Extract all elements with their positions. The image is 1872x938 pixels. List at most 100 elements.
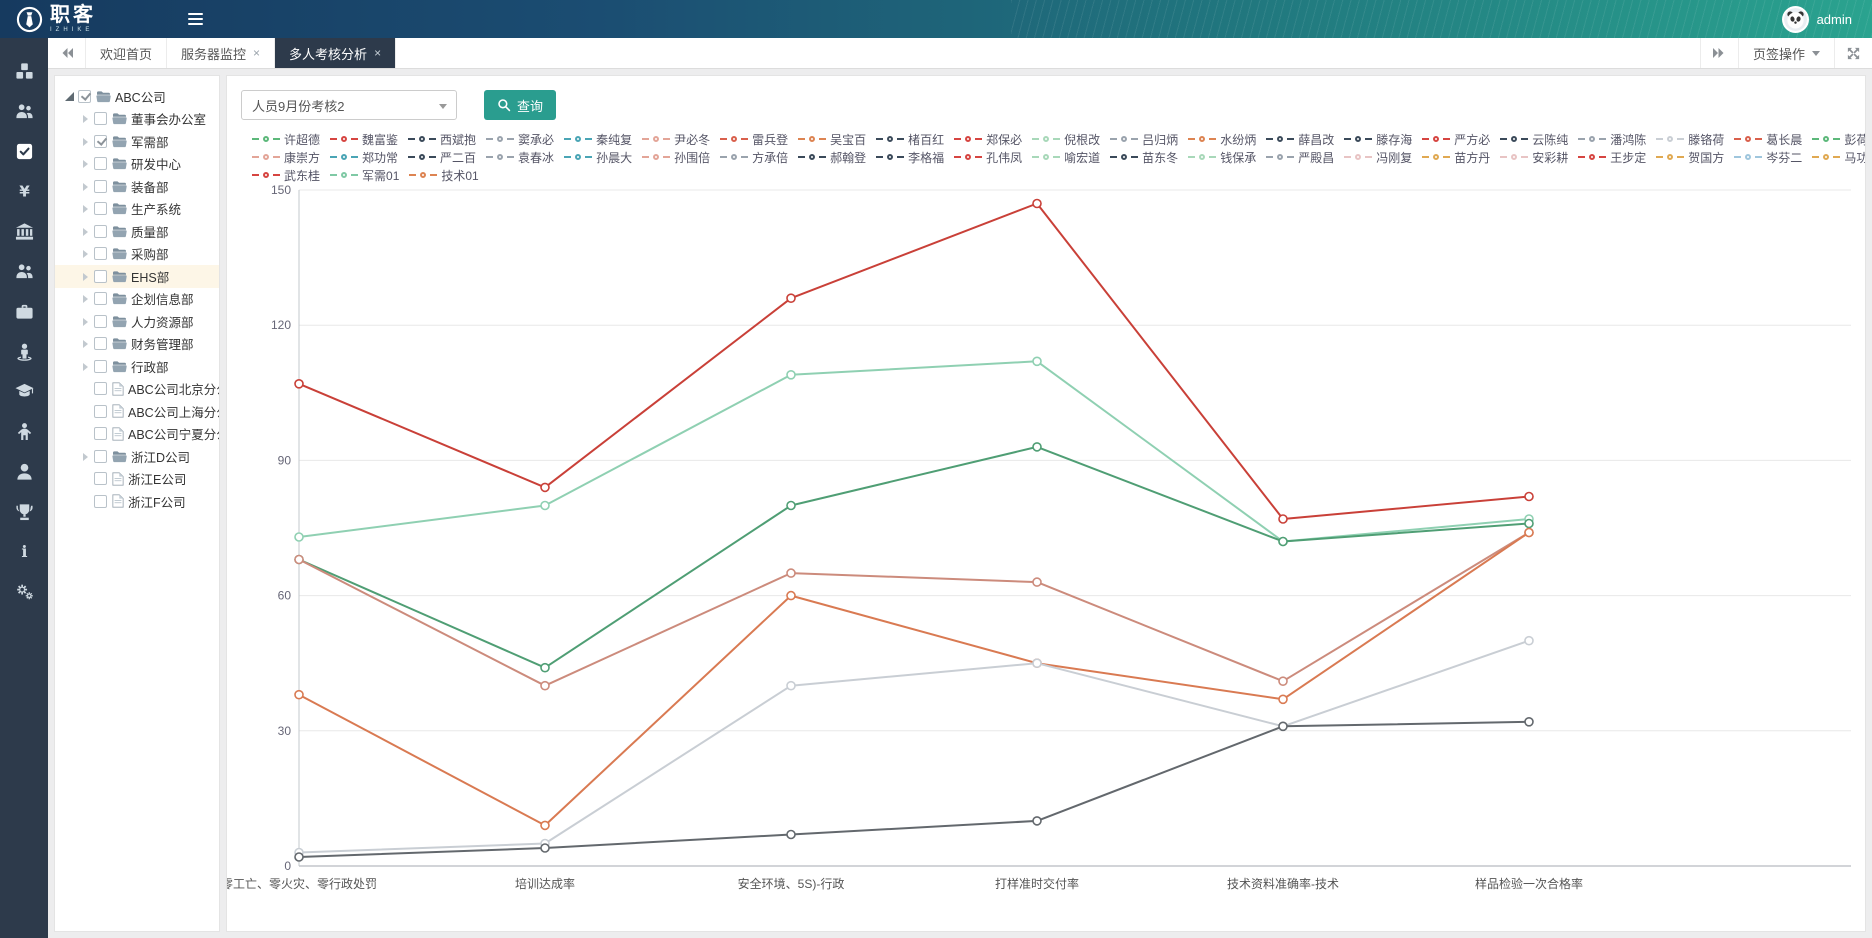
tree-expander-icon[interactable] — [79, 135, 92, 148]
tree-node-浙江E公司[interactable]: 浙江E公司 — [55, 468, 219, 491]
legend-item-葛长晨[interactable]: 葛长晨 — [1734, 131, 1802, 148]
tab-close-icon[interactable]: × — [374, 47, 381, 59]
legend-item-彭荷超[interactable]: 彭荷超 — [1812, 131, 1866, 148]
user-menu[interactable]: admin — [1782, 6, 1852, 33]
legend-item-严方必[interactable]: 严方必 — [1422, 131, 1490, 148]
legend-item-马功陈[interactable]: 马功陈 — [1812, 149, 1866, 166]
legend-item-孔伟凤[interactable]: 孔伟凤 — [954, 149, 1022, 166]
legend-item-雷兵登[interactable]: 雷兵登 — [720, 131, 788, 148]
legend-item-军需01[interactable]: 军需01 — [330, 167, 399, 184]
tree-checkbox[interactable] — [94, 292, 107, 305]
tab-operations-dropdown[interactable]: 页签操作 — [1738, 38, 1834, 68]
query-button[interactable]: 查询 — [484, 90, 556, 120]
tree-expander-icon[interactable] — [79, 450, 92, 463]
sidebar-toggle-button[interactable] — [175, 0, 215, 38]
tree-expander-icon[interactable] — [63, 90, 76, 103]
tree-expander-icon[interactable] — [79, 112, 92, 125]
tree-node-浙江F公司[interactable]: 浙江F公司 — [55, 490, 219, 513]
tree-node-企划信息部[interactable]: 企划信息部 — [55, 288, 219, 311]
tree-node-生产系统[interactable]: 生产系统 — [55, 198, 219, 221]
tree-expander-icon[interactable] — [79, 315, 92, 328]
legend-item-楮百红[interactable]: 楮百红 — [876, 131, 944, 148]
legend-item-钱保承[interactable]: 钱保承 — [1188, 149, 1256, 166]
legend-item-严殿昌[interactable]: 严殿昌 — [1266, 149, 1334, 166]
tree-expander-icon[interactable] — [79, 337, 92, 350]
legend-item-严二百[interactable]: 严二百 — [408, 149, 476, 166]
legend-item-魏富鉴[interactable]: 魏富鉴 — [330, 131, 398, 148]
legend-item-倪根改[interactable]: 倪根改 — [1032, 131, 1100, 148]
sidebar-module-info[interactable]: i — [0, 531, 48, 571]
sidebar-module-child[interactable] — [0, 411, 48, 451]
tree-node-采购部[interactable]: 采购部 — [55, 243, 219, 266]
legend-item-苗东冬[interactable]: 苗东冬 — [1110, 149, 1178, 166]
tree-expander-icon[interactable] — [79, 360, 92, 373]
tabs-scroll-right-button[interactable] — [1700, 38, 1738, 68]
legend-item-云陈纯[interactable]: 云陈纯 — [1500, 131, 1568, 148]
tree-node-ABC公司上海分公司[interactable]: ABC公司上海分公司 — [55, 400, 219, 423]
tree-expander-icon[interactable] — [79, 157, 92, 170]
tree-checkbox[interactable] — [94, 112, 107, 125]
legend-item-秦纯复[interactable]: 秦纯复 — [564, 131, 632, 148]
tree-checkbox[interactable] — [94, 337, 107, 350]
tree-checkbox[interactable] — [94, 405, 107, 418]
tab-欢迎首页[interactable]: 欢迎首页 — [86, 38, 167, 68]
legend-item-水纷炳[interactable]: 水纷炳 — [1188, 131, 1256, 148]
tree-checkbox[interactable] — [94, 202, 107, 215]
legend-item-吴宝百[interactable]: 吴宝百 — [798, 131, 866, 148]
legend-item-苗方丹[interactable]: 苗方丹 — [1422, 149, 1490, 166]
tree-node-装备部[interactable]: 装备部 — [55, 175, 219, 198]
tree-node-财务管理部[interactable]: 财务管理部 — [55, 333, 219, 356]
sidebar-module-gears[interactable] — [0, 571, 48, 611]
legend-item-康崇方[interactable]: 康崇方 — [252, 149, 320, 166]
sidebar-module-bank[interactable] — [0, 211, 48, 251]
legend-item-技术01[interactable]: 技术01 — [409, 167, 478, 184]
legend-item-王步定[interactable]: 王步定 — [1578, 149, 1646, 166]
tree-checkbox[interactable] — [94, 157, 107, 170]
legend-item-方承倍[interactable]: 方承倍 — [720, 149, 788, 166]
tree-checkbox[interactable] — [94, 495, 107, 508]
tree-node-EHS部[interactable]: EHS部 — [55, 265, 219, 288]
legend-item-郑功常[interactable]: 郑功常 — [330, 149, 398, 166]
tab-服务器监控[interactable]: 服务器监控× — [167, 38, 275, 68]
sidebar-module-briefcase[interactable] — [0, 291, 48, 331]
tree-checkbox[interactable] — [94, 225, 107, 238]
sidebar-module-team[interactable] — [0, 251, 48, 291]
fullscreen-toggle-button[interactable] — [1834, 38, 1872, 68]
tree-node-ABC公司[interactable]: ABC公司 — [55, 85, 219, 108]
legend-item-潘鸿陈[interactable]: 潘鸿陈 — [1578, 131, 1646, 148]
tree-checkbox[interactable] — [94, 472, 107, 485]
sidebar-module-yen[interactable]: ¥ — [0, 171, 48, 211]
legend-item-许超德[interactable]: 许超德 — [252, 131, 320, 148]
tree-checkbox[interactable] — [94, 427, 107, 440]
tree-checkbox[interactable] — [94, 247, 107, 260]
legend-item-滕铬荷[interactable]: 滕铬荷 — [1656, 131, 1724, 148]
sidebar-module-cubes[interactable] — [0, 51, 48, 91]
tree-expander-icon[interactable] — [79, 202, 92, 215]
legend-item-岑芬二[interactable]: 岑芬二 — [1734, 149, 1802, 166]
sidebar-module-graduation-cap[interactable] — [0, 371, 48, 411]
legend-item-尹必冬[interactable]: 尹必冬 — [642, 131, 710, 148]
tree-expander-icon[interactable] — [79, 270, 92, 283]
assessment-select[interactable]: 人员9月份考核2 — [241, 90, 457, 120]
tree-expander-icon[interactable] — [79, 292, 92, 305]
tree-checkbox[interactable] — [94, 315, 107, 328]
tree-checkbox[interactable] — [94, 382, 107, 395]
tabs-scroll-left-button[interactable] — [48, 38, 86, 68]
tree-checkbox[interactable] — [94, 270, 107, 283]
legend-item-武东桂[interactable]: 武东桂 — [252, 167, 320, 184]
legend-item-西斌抱[interactable]: 西斌抱 — [408, 131, 476, 148]
legend-item-孙围倍[interactable]: 孙围倍 — [642, 149, 710, 166]
tree-checkbox[interactable] — [94, 450, 107, 463]
tree-node-军需部[interactable]: 军需部 — [55, 130, 219, 153]
tree-node-研发中心[interactable]: 研发中心 — [55, 153, 219, 176]
tab-close-icon[interactable]: × — [253, 47, 260, 59]
tree-node-董事会办公室[interactable]: 董事会办公室 — [55, 108, 219, 131]
legend-item-窦承必[interactable]: 窦承必 — [486, 131, 554, 148]
tree-node-人力资源部[interactable]: 人力资源部 — [55, 310, 219, 333]
legend-item-安彩耕[interactable]: 安彩耕 — [1500, 149, 1568, 166]
tree-expander-icon[interactable] — [79, 180, 92, 193]
legend-item-袁春冰[interactable]: 袁春冰 — [486, 149, 554, 166]
sidebar-module-street-view[interactable] — [0, 331, 48, 371]
legend-item-薛昌改[interactable]: 薛昌改 — [1266, 131, 1334, 148]
legend-item-孙晨大[interactable]: 孙晨大 — [564, 149, 632, 166]
